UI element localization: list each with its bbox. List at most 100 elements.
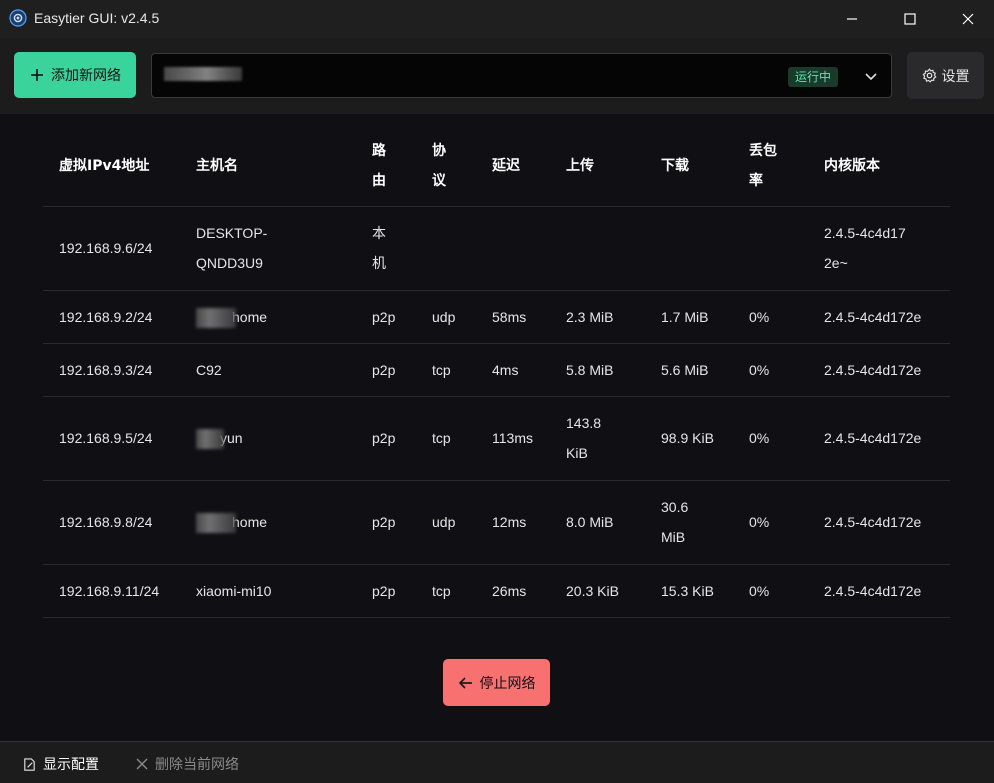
header-latency: 延迟 xyxy=(476,126,550,207)
table-row: 192.168.9.6/24 DESKTOP-QNDD3U9 本机 2.4.5-… xyxy=(43,206,950,291)
cell-latency xyxy=(476,206,550,291)
cell-proto: tcp xyxy=(416,564,476,618)
cell-route: 本机 xyxy=(356,206,416,291)
table-row: 192.168.9.11/24 xiaomi-mi10 p2p tcp 26ms… xyxy=(43,564,950,618)
cell-host: home xyxy=(180,290,356,344)
redacted-hostname-prefix xyxy=(196,513,236,534)
close-icon xyxy=(962,13,974,25)
cell-ip: 192.168.9.3/24 xyxy=(43,343,180,397)
cell-route: p2p xyxy=(356,396,416,481)
cell-version: 2.4.5-4c4d172e xyxy=(808,396,950,481)
header-hostname: 主机名 xyxy=(180,126,356,207)
cell-route: p2p xyxy=(356,480,416,565)
header-loss: 丢包率 xyxy=(733,126,808,207)
toolbar: 添加新网络 运行中 设置 xyxy=(0,38,994,114)
cell-upload: 2.3 MiB xyxy=(550,290,645,344)
cell-download: 5.6 MiB xyxy=(645,343,733,397)
cell-loss: 0% xyxy=(733,290,808,344)
add-network-button[interactable]: 添加新网络 xyxy=(14,52,136,98)
cell-download: 1.7 MiB xyxy=(645,290,733,344)
cell-host: xiaomi-mi10 xyxy=(180,564,356,618)
cell-upload: 20.3 KiB xyxy=(550,564,645,618)
plus-icon xyxy=(31,69,43,81)
cell-latency: 12ms xyxy=(476,480,550,565)
cell-latency: 26ms xyxy=(476,564,550,618)
arrow-left-icon xyxy=(458,676,472,689)
show-config-label: 显示配置 xyxy=(43,757,99,773)
cell-loss: 0% xyxy=(733,396,808,481)
delete-network-button[interactable]: 删除当前网络 xyxy=(135,754,239,774)
peer-table: 虚拟IPv4地址 主机名 路由 协议 延迟 上传 下载 丢包率 内核版本 192… xyxy=(43,126,950,618)
minimize-icon xyxy=(847,18,857,20)
cell-upload: 143.8 KiB xyxy=(550,396,645,481)
redacted-hostname-prefix xyxy=(196,307,236,328)
show-config-button[interactable]: 显示配置 xyxy=(22,754,99,774)
table-row: 192.168.9.3/24 C92 p2p tcp 4ms 5.8 MiB 5… xyxy=(43,343,950,397)
gear-icon xyxy=(922,68,936,83)
cell-version: 2.4.5-4c4d172e xyxy=(808,290,950,344)
cell-proto: udp xyxy=(416,290,476,344)
cell-latency: 113ms xyxy=(476,396,550,481)
cell-proto: tcp xyxy=(416,343,476,397)
cell-download: 15.3 KiB xyxy=(645,564,733,618)
cell-loss: 0% xyxy=(733,564,808,618)
cell-download: 98.9 KiB xyxy=(645,396,733,481)
cell-latency: 58ms xyxy=(476,290,550,344)
header-download: 下载 xyxy=(645,126,733,207)
redacted-network-name xyxy=(164,67,242,81)
header-upload: 上传 xyxy=(550,126,645,207)
header-protocol: 协议 xyxy=(416,126,476,207)
cell-proto xyxy=(416,206,476,291)
table-header-row: 虚拟IPv4地址 主机名 路由 协议 延迟 上传 下载 丢包率 内核版本 xyxy=(43,126,950,207)
cell-version: 2.4.5-4c4d172e xyxy=(808,343,950,397)
cell-latency: 4ms xyxy=(476,343,550,397)
cell-loss: 0% xyxy=(733,343,808,397)
cell-ip: 192.168.9.5/24 xyxy=(43,396,180,481)
cell-host: home xyxy=(180,480,356,565)
chevron-down-icon xyxy=(865,73,877,81)
cell-loss: 0% xyxy=(733,480,808,565)
delete-network-label: 删除当前网络 xyxy=(155,757,239,773)
cell-ip: 192.168.9.6/24 xyxy=(43,206,180,291)
cell-ip: 192.168.9.8/24 xyxy=(43,480,180,565)
cell-version: 2.4.5-4c4d172e~ xyxy=(808,206,950,291)
status-badge: 运行中 xyxy=(788,67,839,87)
settings-button[interactable]: 设置 xyxy=(907,52,984,99)
close-button[interactable] xyxy=(939,0,994,38)
cell-upload: 8.0 MiB xyxy=(550,480,645,565)
edit-icon xyxy=(24,757,35,771)
stop-network-button[interactable]: 停止网络 xyxy=(443,659,550,706)
cell-download: 30.6 MiB xyxy=(645,480,733,565)
cell-host: C92 xyxy=(180,343,356,397)
cell-ip: 192.168.9.2/24 xyxy=(43,290,180,344)
cell-upload xyxy=(550,206,645,291)
table-row: 192.168.9.2/24 home p2p udp 58ms 2.3 MiB… xyxy=(43,290,950,344)
cell-host: DESKTOP-QNDD3U9 xyxy=(180,206,356,291)
cell-loss xyxy=(733,206,808,291)
table-row: 192.168.9.5/24 yun p2p tcp 113ms 143.8 K… xyxy=(43,396,950,481)
window-title: Easytier GUI: v2.4.5 xyxy=(34,10,160,26)
cell-proto: udp xyxy=(416,480,476,565)
cell-version: 2.4.5-4c4d172e xyxy=(808,480,950,565)
cell-host: yun xyxy=(180,396,356,481)
stop-network-label: 停止网络 xyxy=(479,675,536,692)
table-row: 192.168.9.8/24 home p2p udp 12ms 8.0 MiB… xyxy=(43,480,950,565)
maximize-button[interactable] xyxy=(881,0,939,38)
add-network-label: 添加新网络 xyxy=(51,68,121,84)
maximize-icon xyxy=(904,13,916,25)
close-icon xyxy=(136,758,148,770)
settings-label: 设置 xyxy=(941,68,970,85)
footer-bar: 显示配置 删除当前网络 xyxy=(0,741,994,783)
minimize-button[interactable] xyxy=(823,0,881,38)
cell-upload: 5.8 MiB xyxy=(550,343,645,397)
title-bar: Easytier GUI: v2.4.5 xyxy=(0,0,994,38)
redacted-hostname-prefix xyxy=(196,429,224,450)
cell-route: p2p xyxy=(356,343,416,397)
network-select[interactable]: 运行中 xyxy=(151,53,892,98)
app-logo-icon xyxy=(9,9,27,27)
header-version: 内核版本 xyxy=(808,126,950,207)
cell-route: p2p xyxy=(356,290,416,344)
header-ipv4: 虚拟IPv4地址 xyxy=(43,126,180,207)
cell-route: p2p xyxy=(356,564,416,618)
cell-download xyxy=(645,206,733,291)
